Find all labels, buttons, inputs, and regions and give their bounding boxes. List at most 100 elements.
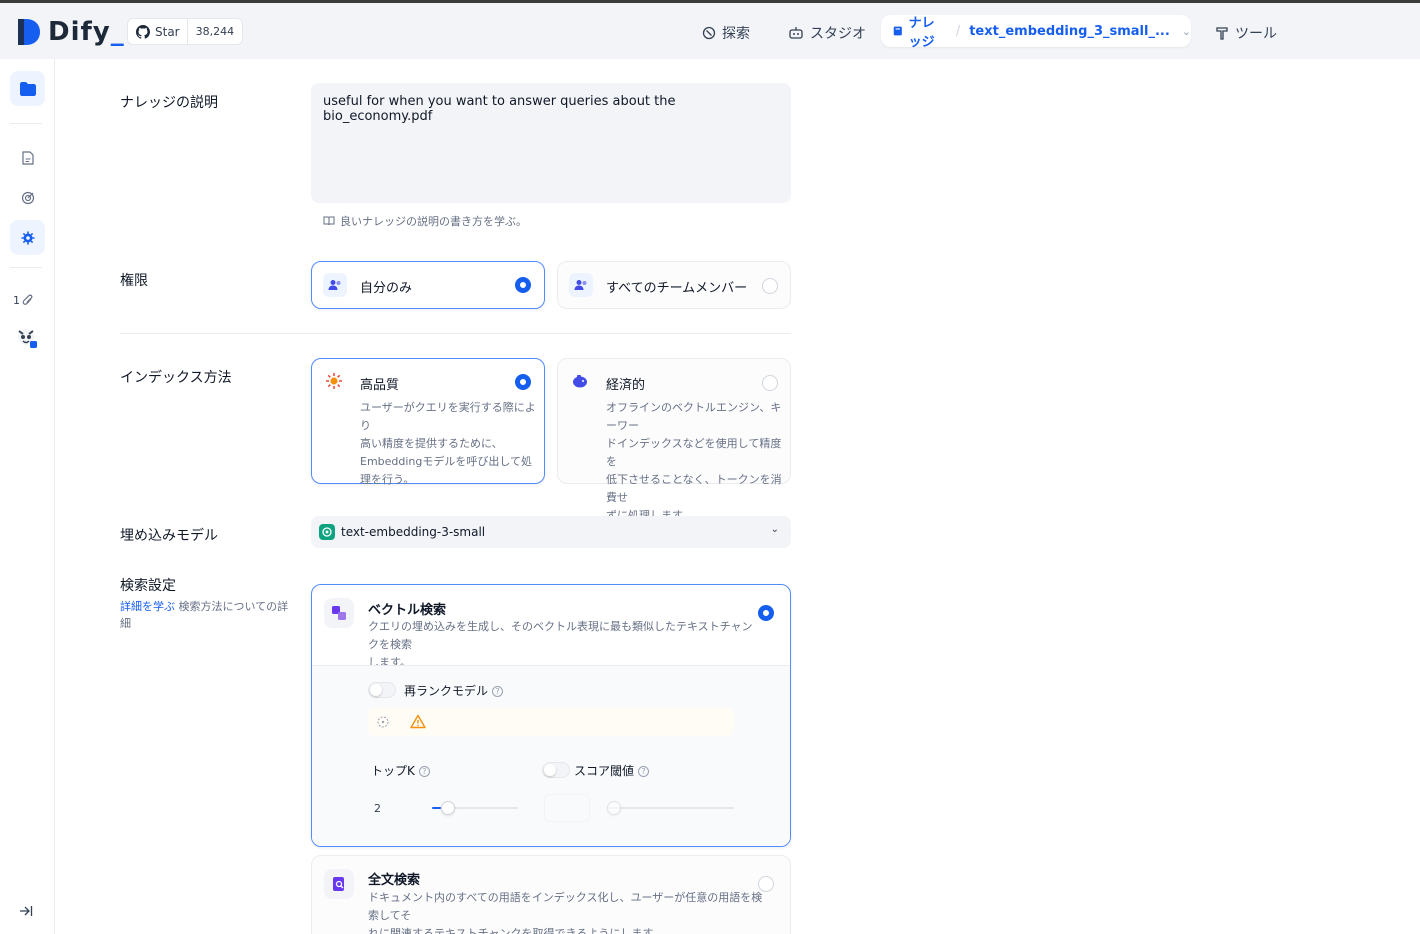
- indexing-option-high-quality[interactable]: 高品質 ユーザーがクエリを実行する際により 高い精度を提供するために、 Embe…: [311, 358, 545, 486]
- retrieval-option-full-text-search[interactable]: 全文検索 ドキュメント内のすべての用語をインデックス化し、ユーザーが任意の用語を…: [311, 855, 791, 934]
- current-knowledge-name[interactable]: text_embedding_3_small_...: [969, 24, 1170, 39]
- indexing-label: インデックス方法: [120, 370, 232, 386]
- sidebar-divider: [10, 267, 42, 268]
- openai-icon: [319, 524, 335, 540]
- chevron-down-icon: ⌄: [770, 524, 779, 535]
- high-quality-title: 高品質: [360, 378, 400, 393]
- dataset-folder-button[interactable]: [10, 71, 45, 106]
- description-help-link[interactable]: 良いナレッジの説明の書き方を学ぶ。: [323, 213, 527, 229]
- expand-sidebar-button[interactable]: [19, 902, 33, 921]
- star-count: 38,244: [195, 25, 235, 38]
- radio-selected[interactable]: [758, 605, 774, 621]
- model-placeholder-icon: [377, 716, 389, 728]
- economical-title: 経済的: [606, 378, 646, 393]
- robot-icon: [789, 27, 803, 39]
- learn-more-link[interactable]: 詳細を学ぶ: [120, 600, 175, 613]
- score-threshold-slider-track: [608, 807, 734, 809]
- permission-option-all-members[interactable]: すべてのチームメンバー: [557, 261, 791, 309]
- document-count: 1: [13, 294, 20, 307]
- score-threshold-toggle[interactable]: [542, 762, 570, 778]
- description-textarea[interactable]: useful for when you want to answer queri…: [311, 83, 791, 203]
- embedding-model-select[interactable]: text-embedding-3-small ⌄: [311, 516, 791, 548]
- attached-documents-count[interactable]: 1: [13, 294, 34, 307]
- book-icon: [893, 26, 902, 36]
- retrieval-option-vector-search[interactable]: ベクトル検索 クエリの埋め込みを生成し、そのベクトル表現に最も類似したテキストチ…: [311, 584, 791, 847]
- dataset-settings-form: ナレッジの説明 useful for when you want to answ…: [56, 59, 1420, 934]
- chevron-down-icon[interactable]: ⌄: [1182, 25, 1191, 38]
- retrieval-help-text-2: 細: [120, 617, 131, 630]
- book-open-icon: [323, 216, 335, 226]
- dify-logo-icon: [18, 19, 40, 45]
- star-label: Star: [155, 24, 180, 39]
- radio-selected[interactable]: [515, 277, 531, 293]
- nav-tools[interactable]: ツール: [1215, 19, 1277, 47]
- help-icon[interactable]: ?: [492, 686, 504, 697]
- nav-explore[interactable]: 探索: [702, 19, 750, 47]
- piggy-bank-icon: [571, 372, 589, 394]
- radio-unselected[interactable]: [762, 278, 778, 294]
- hammer-icon: [1216, 27, 1228, 40]
- retrieval-help: 詳細を学ぶ 検索方法についての詳 細: [120, 598, 290, 632]
- help-icon[interactable]: ?: [638, 766, 650, 777]
- retrieval-help-text-1: 検索方法についての詳: [178, 600, 289, 613]
- economical-description: オフラインのベクトルエンジン、キーワー ドインデックスなどを使用して精度を 低下…: [606, 401, 782, 522]
- rerank-label: 再ランクモデル?: [404, 682, 504, 699]
- github-icon: [136, 24, 150, 39]
- topk-label: トップK?: [371, 762, 430, 779]
- permission-all-members-label: すべてのチームメンバー: [606, 281, 748, 296]
- embedding-model-label: 埋め込みモデル: [120, 528, 218, 544]
- paperclip-icon: [22, 294, 33, 305]
- sidebar-item-settings[interactable]: [10, 220, 45, 255]
- indexing-option-economical[interactable]: 経済的 オフラインのベクトルエンジン、キーワー ドインデックスなどを使用して精度…: [557, 358, 791, 522]
- help-icon[interactable]: ?: [418, 766, 430, 777]
- retrieval-settings-label: 検索設定: [120, 578, 176, 594]
- vector-search-icon: [324, 598, 354, 628]
- nav-studio[interactable]: スタジオ: [788, 19, 866, 47]
- vector-search-description: クエリの埋め込みを生成し、そのベクトル表現に最も類似したテキストチャンクを検索 …: [368, 620, 753, 669]
- logo-text: Dify_: [48, 17, 125, 47]
- radio-unselected[interactable]: [762, 375, 778, 391]
- permission-label: 権限: [120, 273, 148, 289]
- vector-search-title: ベクトル検索: [368, 603, 447, 618]
- score-threshold-input: [544, 794, 590, 822]
- nav-knowledge-pill[interactable]: ナレッジ / text_embedding_3_small_... ⌄: [881, 12, 1191, 50]
- team-icon: [569, 273, 593, 297]
- nav-studio-label: スタジオ: [810, 26, 866, 42]
- radio-selected[interactable]: [515, 374, 531, 390]
- high-quality-description: ユーザーがクエリを実行する際により 高い精度を提供するために、 Embeddin…: [360, 401, 536, 486]
- nav-tools-label: ツール: [1235, 26, 1277, 42]
- rerank-toggle[interactable]: [368, 682, 396, 698]
- permission-option-only-me[interactable]: 自分のみ: [311, 261, 545, 309]
- sidebar-divider: [10, 123, 42, 124]
- score-threshold-label: スコア閾値?: [574, 762, 650, 779]
- sun-icon: [325, 372, 343, 394]
- github-star-button[interactable]: Star 38,244: [127, 18, 244, 45]
- dataset-sidebar: 1: [0, 59, 55, 934]
- user-icon: [323, 273, 347, 297]
- gear-icon: [21, 231, 34, 244]
- full-text-search-icon: [324, 869, 354, 899]
- description-label: ナレッジの説明: [120, 95, 218, 111]
- folder-icon: [19, 81, 36, 96]
- dify-logo[interactable]: Dify_: [16, 17, 125, 47]
- nav-knowledge-label[interactable]: ナレッジ: [909, 12, 947, 50]
- target-icon: [21, 191, 34, 204]
- avatar-icon: [18, 329, 37, 348]
- sidebar-item-documents[interactable]: [10, 140, 45, 175]
- score-threshold-slider-thumb: [607, 801, 621, 815]
- warning-icon: [410, 714, 426, 729]
- sidebar-item-hit-testing[interactable]: [10, 180, 45, 215]
- expand-right-icon: [20, 906, 33, 916]
- section-divider: [120, 333, 791, 334]
- top-navigation-bar: Dify_ Star 38,244 探索 スタジオ ナレッジ / text_em…: [0, 3, 1420, 59]
- permission-only-me-label: 自分のみ: [360, 281, 413, 296]
- topk-input[interactable]: 2: [368, 794, 414, 822]
- rerank-model-select[interactable]: [368, 708, 734, 736]
- topk-slider-fill: [432, 807, 441, 809]
- topk-slider-thumb[interactable]: [441, 801, 455, 815]
- document-icon: [21, 150, 34, 165]
- user-avatar[interactable]: [16, 327, 38, 349]
- embedding-model-name: text-embedding-3-small: [341, 525, 486, 539]
- full-text-search-title: 全文検索: [368, 873, 421, 888]
- nav-explore-label: 探索: [722, 26, 750, 42]
